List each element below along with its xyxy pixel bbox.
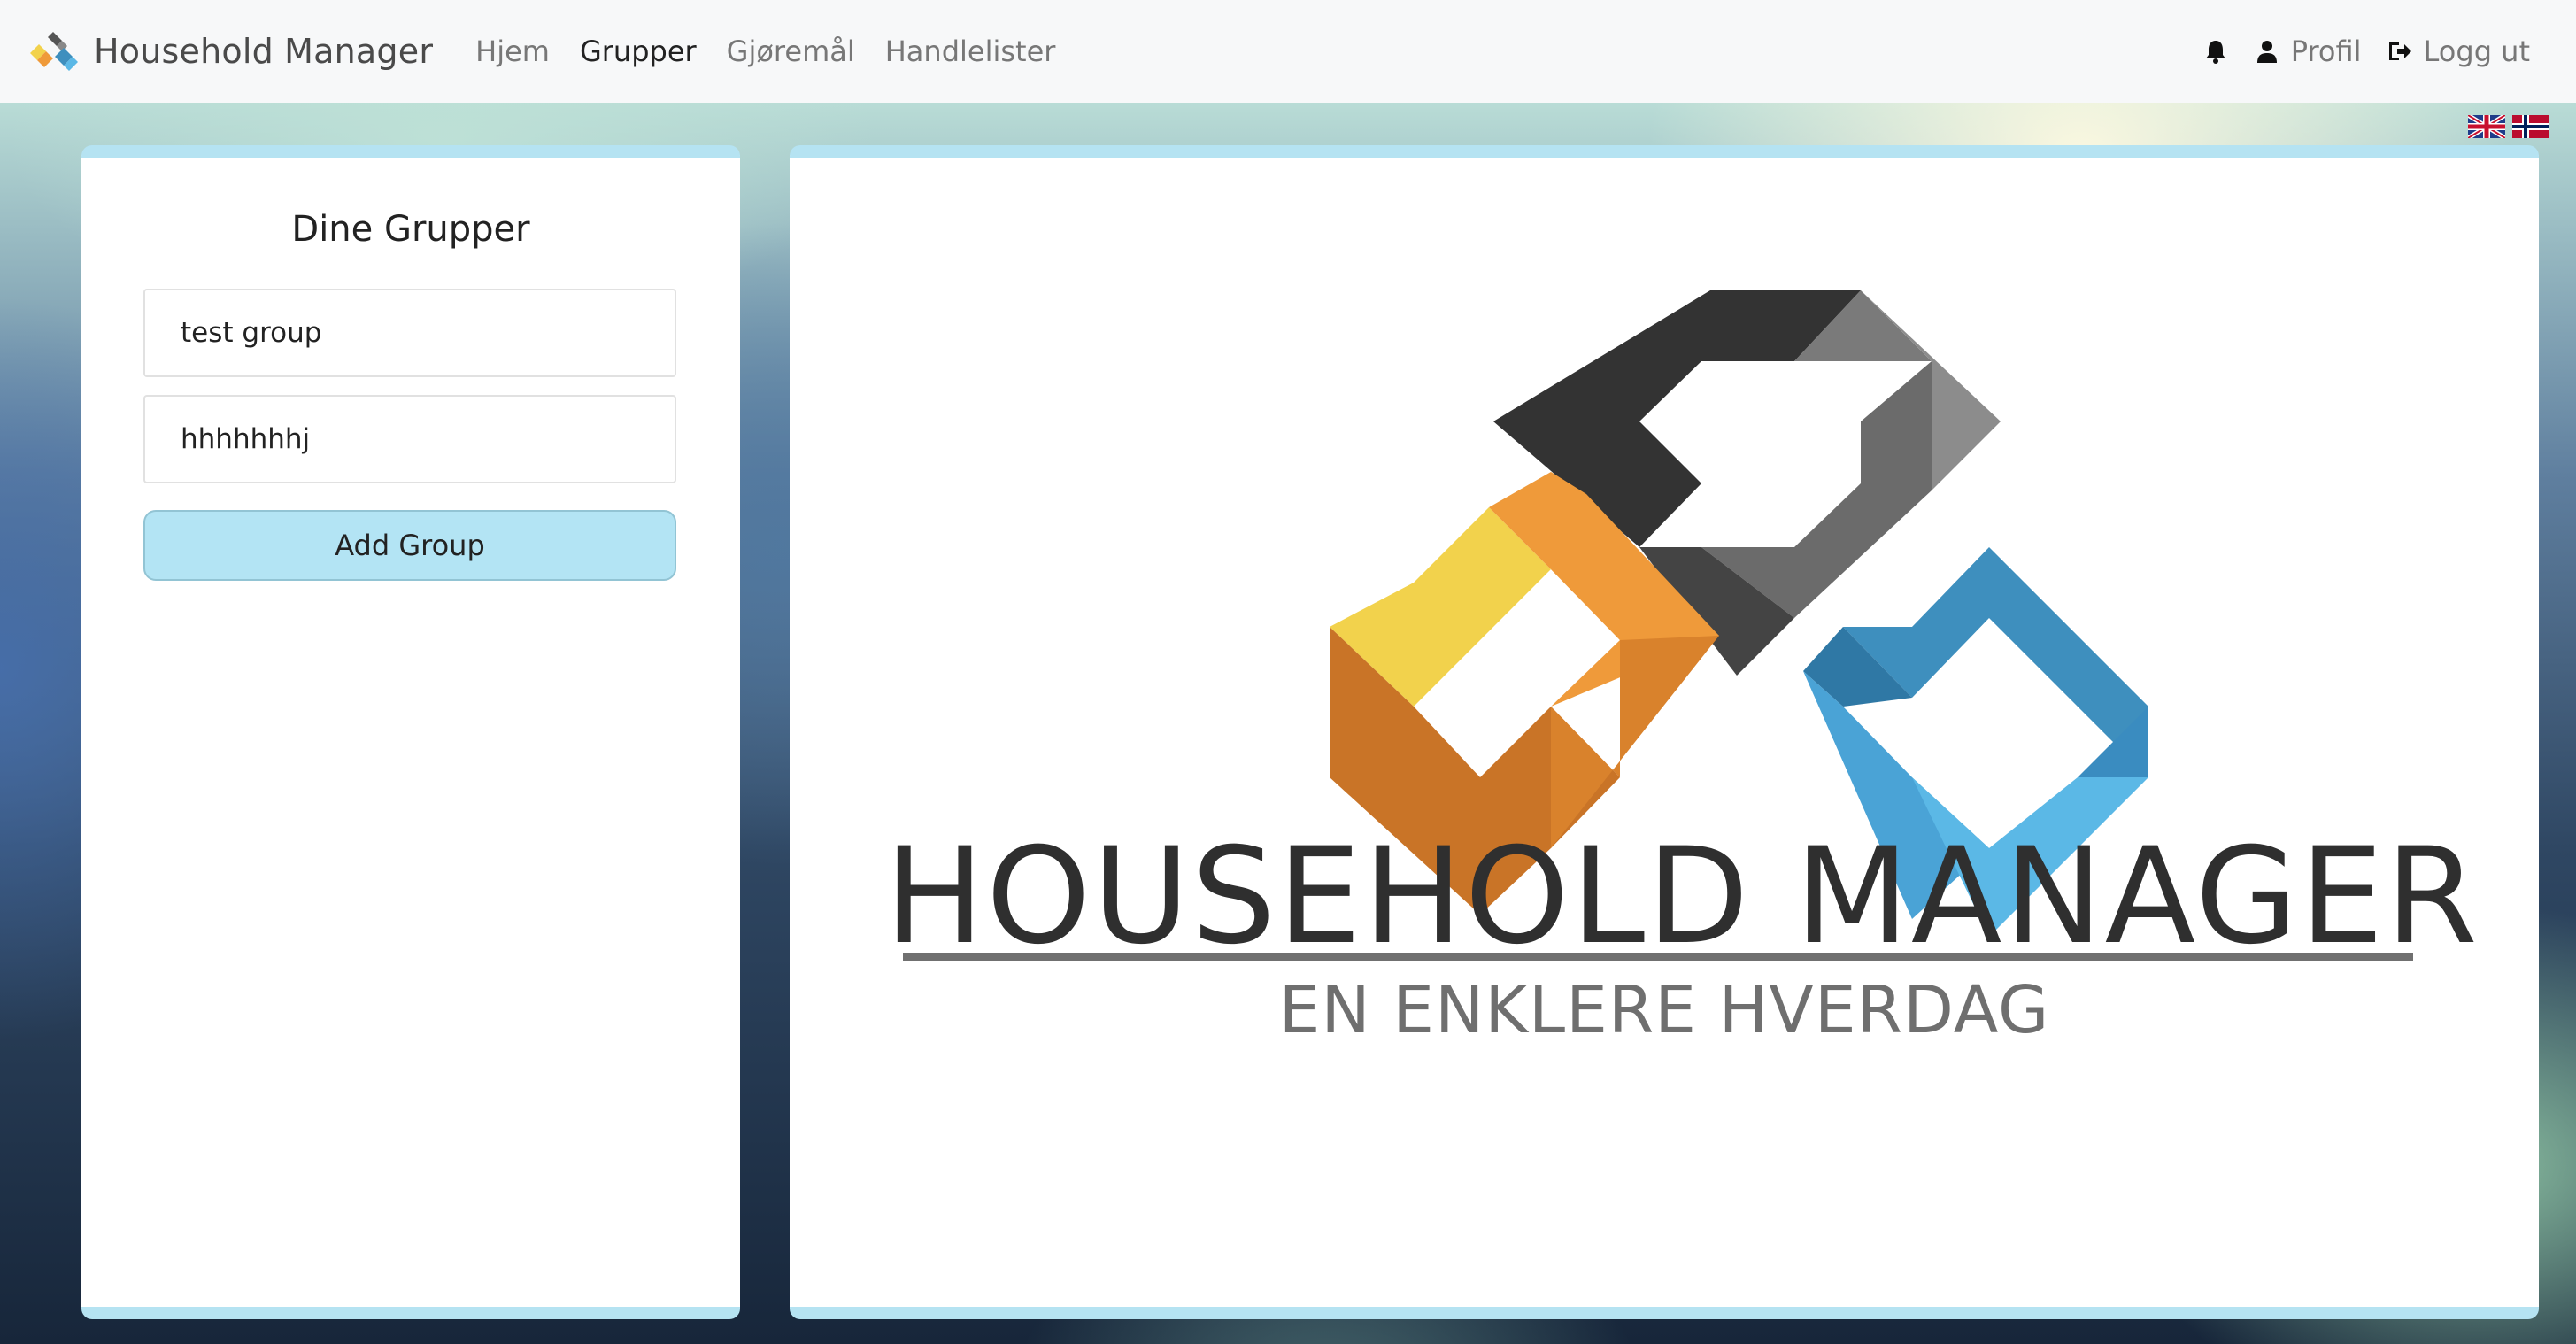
nav-links: Hjem Grupper Gjøremål Handlelister [475,35,1055,68]
groups-panel-title: Dine Grupper [291,209,530,250]
group-item[interactable]: test group [143,289,676,377]
add-group-button[interactable]: Add Group [143,510,676,581]
user-icon [2256,41,2277,63]
hero-panel: HOUSEHOLD MANAGER EN ENKLERE HVERDAG [790,145,2539,1319]
logo-subtitle: EN ENKLERE HVERDAG [1278,972,2050,1048]
bell-icon [2205,41,2225,64]
logo-title: HOUSEHOLD MANAGER [884,820,2480,974]
nav-link-gjoremal[interactable]: Gjøremål [727,35,855,68]
nav-link-hjem[interactable]: Hjem [475,35,550,68]
household-manager-logo [1330,290,2148,937]
nav-link-handlelister[interactable]: Handlelister [885,35,1056,68]
brand-name: Household Manager [94,32,434,71]
nav-link-grupper[interactable]: Grupper [580,35,697,68]
logout-link[interactable]: Logg ut [2387,35,2530,68]
navbar: Household Manager Hjem Grupper Gjøremål … [0,0,2576,103]
groups-panel: Dine Grupper test group hhhhhhhj Add Gro… [81,145,740,1319]
brand[interactable]: Household Manager [27,28,433,74]
norway-flag-icon[interactable] [2512,115,2549,138]
profile-link[interactable]: Profil [2254,35,2362,68]
group-item[interactable]: hhhhhhhj [143,395,676,483]
language-selector [2468,115,2549,138]
logout-label: Logg ut [2423,35,2530,68]
nav-right: Profil Logg ut [2202,35,2549,68]
uk-flag-icon[interactable] [2468,115,2505,138]
logo-divider [903,953,2413,961]
notifications-button[interactable] [2202,38,2229,65]
logout-icon [2388,42,2411,60]
profile-label: Profil [2290,35,2362,68]
brand-logo-icon [30,32,78,71]
